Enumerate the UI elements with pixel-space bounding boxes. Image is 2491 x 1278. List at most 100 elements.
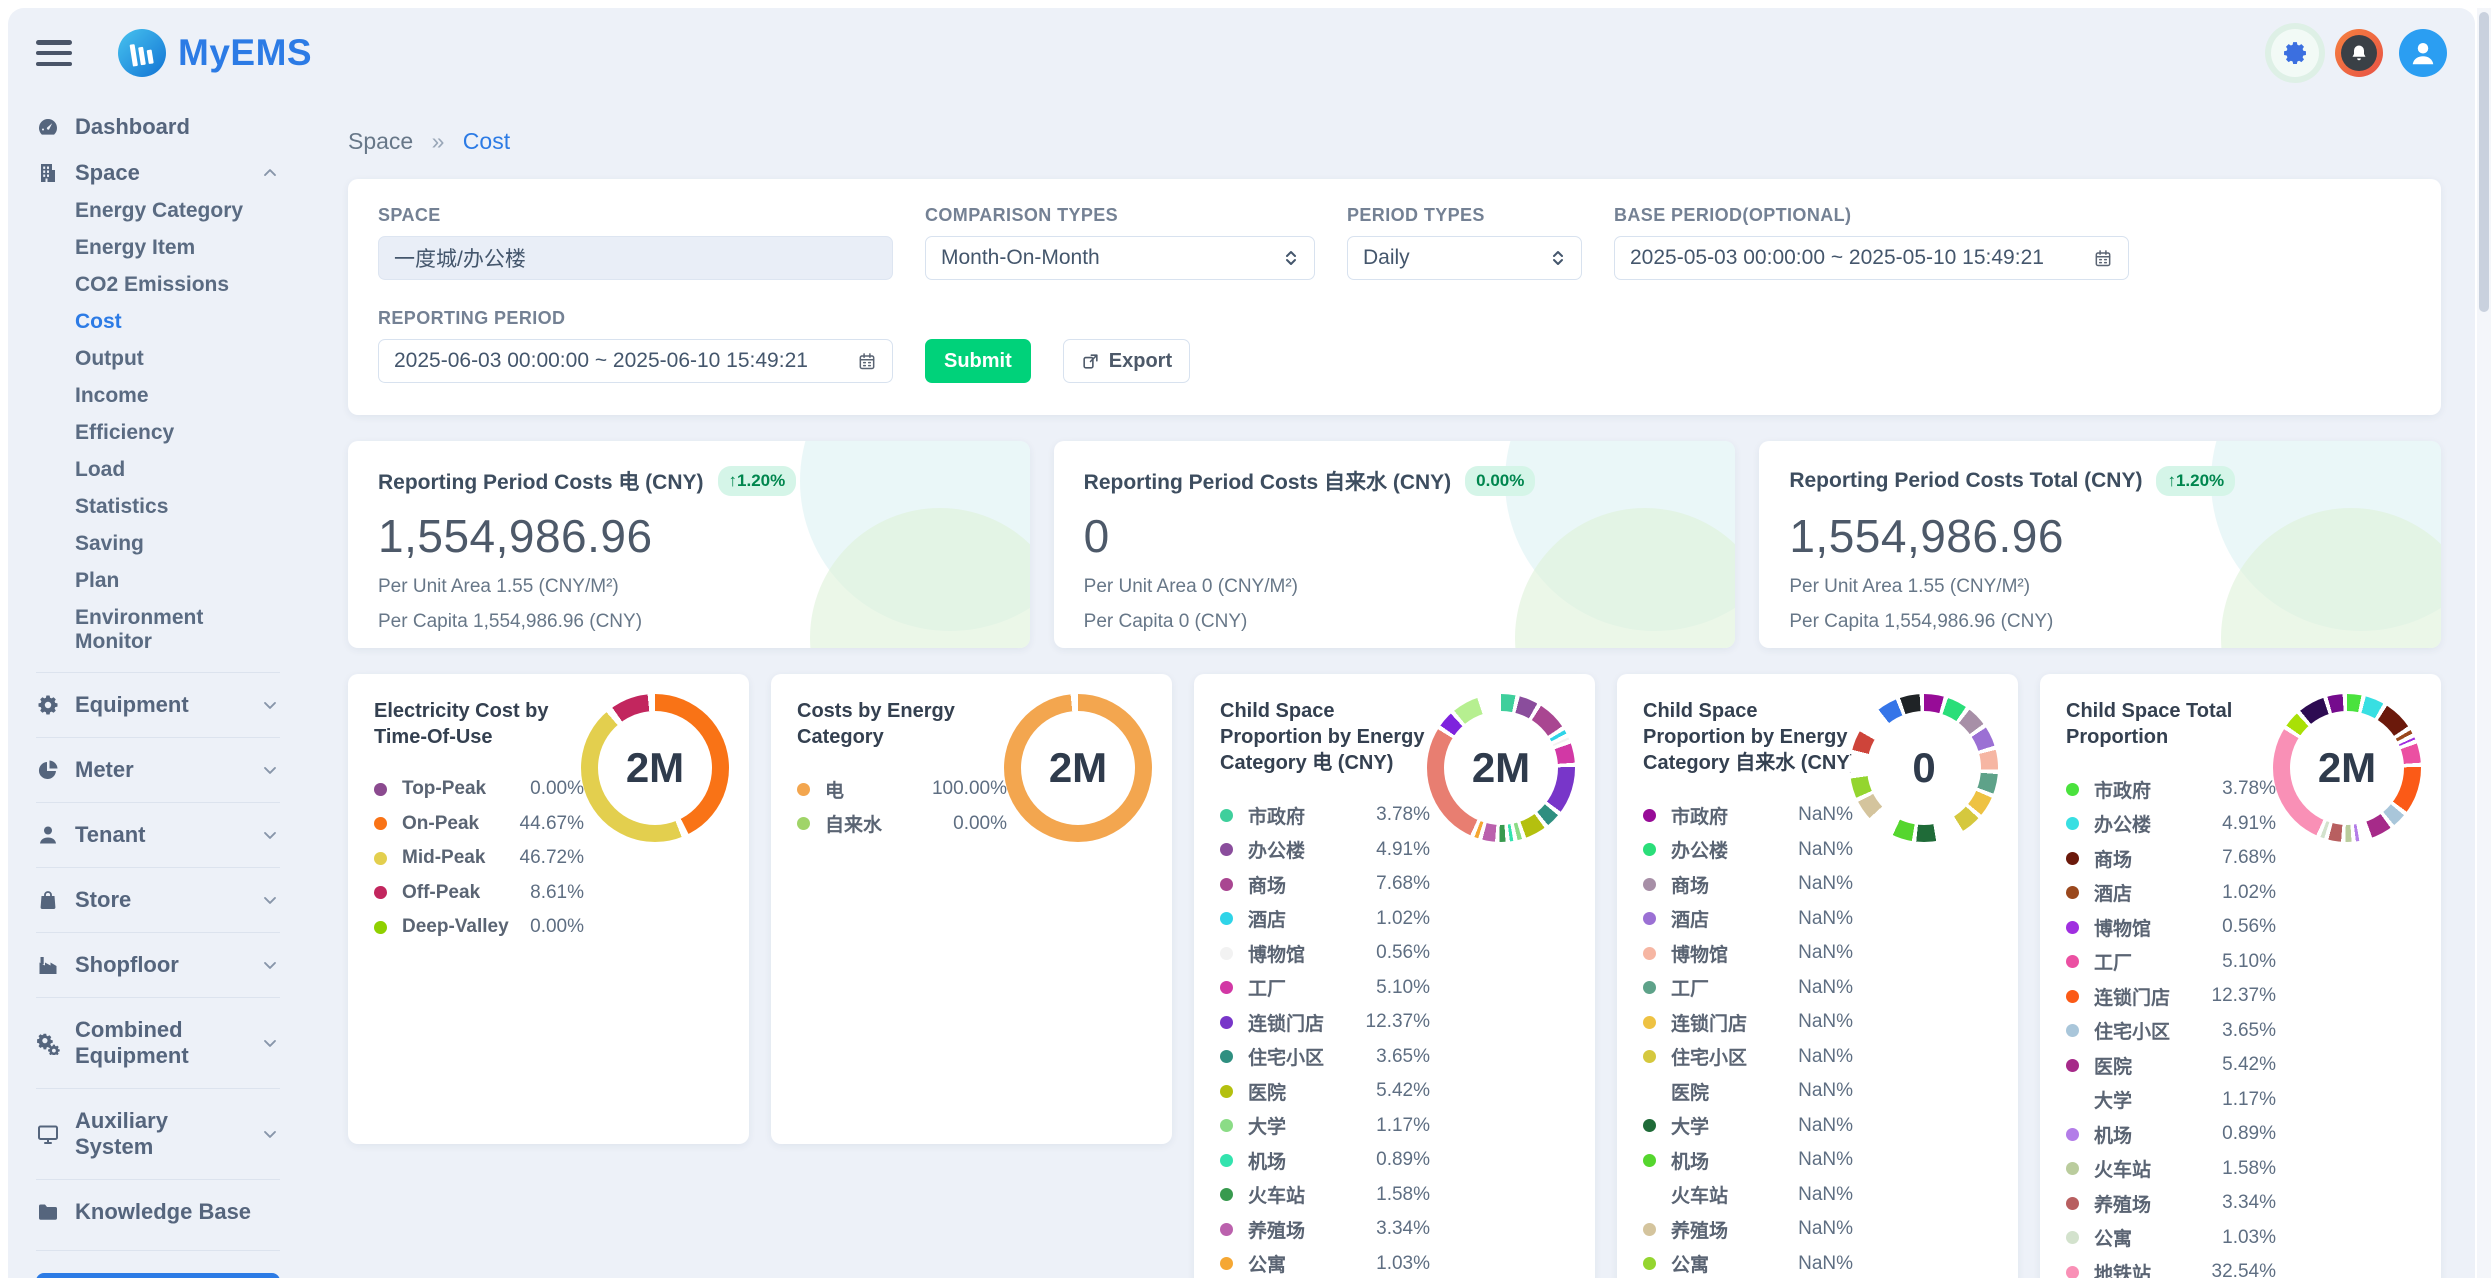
sidebar-item-combined-equipment[interactable]: Combined Equipment <box>36 1017 280 1069</box>
legend-item[interactable]: 公寓NaN% <box>1643 1247 1853 1278</box>
legend-item[interactable]: 办公楼4.91% <box>2066 807 2276 842</box>
legend-item[interactable]: 市政府3.78% <box>1220 798 1430 833</box>
reporting-period-input[interactable]: 2025-06-03 00:00:00 ~ 2025-06-10 15:49:2… <box>378 339 893 383</box>
menu-toggle-button[interactable] <box>36 40 72 66</box>
sidebar-item-energy-item[interactable]: Energy Item <box>75 229 280 266</box>
legend-item[interactable]: Top-Peak0.00% <box>374 772 584 807</box>
donut-chart[interactable]: 0 <box>1850 694 1998 842</box>
legend-item[interactable]: 住宅小区NaN% <box>1643 1040 1853 1075</box>
sidebar-item-environment-monitor[interactable]: Environment Monitor <box>75 599 280 660</box>
sidebar-item-saving[interactable]: Saving <box>75 525 280 562</box>
legend-item[interactable]: 商场7.68% <box>1220 867 1430 902</box>
sidebar-item-space[interactable]: Space <box>36 160 280 186</box>
legend-item[interactable]: 大学NaN% <box>1643 1109 1853 1144</box>
legend-value: 46.72% <box>520 847 584 869</box>
legend-item[interactable]: Off-Peak8.61% <box>374 876 584 911</box>
breadcrumb-cost-link[interactable]: Cost <box>463 128 510 154</box>
sidebar-item-meter[interactable]: Meter <box>36 757 280 783</box>
sidebar-item-plan[interactable]: Plan <box>75 562 280 599</box>
settings-button[interactable] <box>2271 29 2319 77</box>
legend-label: 工厂 <box>2094 948 2222 975</box>
legend-item[interactable]: 医院NaN% <box>1643 1074 1853 1109</box>
sidebar-item-dashboard[interactable]: Dashboard <box>36 114 280 140</box>
legend-item[interactable]: 办公楼NaN% <box>1643 833 1853 868</box>
legend-item[interactable]: 市政府3.78% <box>2066 772 2276 807</box>
space-input[interactable] <box>378 236 893 280</box>
legend-value: 3.65% <box>1376 1046 1430 1068</box>
sidebar-item-cost[interactable]: Cost <box>75 303 280 340</box>
sidebar-item-auxiliary-system[interactable]: Auxiliary System <box>36 1108 280 1160</box>
donut-chart[interactable]: 2M <box>1004 694 1152 842</box>
donut-chart[interactable]: 2M <box>1427 694 1575 842</box>
sidebar-item-knowledge-base[interactable]: Knowledge Base <box>36 1199 280 1225</box>
legend-item[interactable]: 公寓1.03% <box>1220 1247 1430 1278</box>
sidebar-item-co2-emissions[interactable]: CO2 Emissions <box>75 266 280 303</box>
donut-chart[interactable]: 2M <box>2273 694 2421 842</box>
sidebar-item-statistics[interactable]: Statistics <box>75 488 280 525</box>
legend-item[interactable]: 公寓1.03% <box>2066 1221 2276 1256</box>
notifications-button[interactable] <box>2335 29 2383 77</box>
legend-item[interactable]: 医院5.42% <box>2066 1048 2276 1083</box>
legend-item[interactable]: On-Peak44.67% <box>374 807 584 842</box>
legend-item[interactable]: 养殖场NaN% <box>1643 1212 1853 1247</box>
legend-item[interactable]: 火车站1.58% <box>2066 1152 2276 1187</box>
legend-item[interactable]: 商场NaN% <box>1643 867 1853 902</box>
legend-item[interactable]: 大学1.17% <box>2066 1083 2276 1118</box>
sidebar-item-efficiency[interactable]: Efficiency <box>75 414 280 451</box>
legend-item[interactable]: 地铁站32.54% <box>2066 1255 2276 1278</box>
legend-item[interactable]: 博物馆NaN% <box>1643 936 1853 971</box>
legend-item[interactable]: 住宅小区3.65% <box>1220 1040 1430 1075</box>
scrollbar-thumb[interactable] <box>2479 12 2489 312</box>
legend-item[interactable]: 连锁门店12.37% <box>2066 979 2276 1014</box>
legend-item[interactable]: 博物馆0.56% <box>2066 910 2276 945</box>
legend-item[interactable]: 工厂NaN% <box>1643 971 1853 1006</box>
legend-item[interactable]: 机场0.89% <box>1220 1143 1430 1178</box>
page-scrollbar[interactable] <box>2477 8 2491 1278</box>
sidebar-item-load[interactable]: Load <box>75 451 280 488</box>
legend-item[interactable]: 酒店NaN% <box>1643 902 1853 937</box>
comparison-types-select[interactable]: Month-On-Month <box>925 236 1315 280</box>
legend-item[interactable]: 办公楼4.91% <box>1220 833 1430 868</box>
legend-item[interactable]: 火车站NaN% <box>1643 1178 1853 1213</box>
user-avatar-button[interactable] <box>2399 29 2447 77</box>
legend-item[interactable]: 养殖场3.34% <box>1220 1212 1430 1247</box>
legend-item[interactable]: 商场7.68% <box>2066 841 2276 876</box>
legend-item[interactable]: 火车站1.58% <box>1220 1178 1430 1213</box>
sidebar-item-equipment[interactable]: Equipment <box>36 692 280 718</box>
legend-item[interactable]: 酒店1.02% <box>2066 876 2276 911</box>
sidebar-item-shopfloor[interactable]: Shopfloor <box>36 952 280 978</box>
legend-item[interactable]: 连锁门店12.37% <box>1220 1005 1430 1040</box>
legend-item[interactable]: 市政府NaN% <box>1643 798 1853 833</box>
chevron-down-icon <box>260 760 280 780</box>
legend-item[interactable]: Deep-Valley0.00% <box>374 910 584 945</box>
legend-item[interactable]: 酒店1.02% <box>1220 902 1430 937</box>
legend-item[interactable]: 工厂5.10% <box>2066 945 2276 980</box>
legend-item[interactable]: 养殖场3.34% <box>2066 1186 2276 1221</box>
legend-item[interactable]: Mid-Peak46.72% <box>374 841 584 876</box>
legend-item[interactable]: 机场NaN% <box>1643 1143 1853 1178</box>
legend-item[interactable]: 机场0.89% <box>2066 1117 2276 1152</box>
sidebar-item-output[interactable]: Output <box>75 340 280 377</box>
submit-button[interactable]: Submit <box>925 339 1031 383</box>
brand-logo[interactable]: MyEMS <box>118 29 312 77</box>
legend-item[interactable]: 电100.00% <box>797 772 1007 807</box>
legend-item[interactable]: 住宅小区3.65% <box>2066 1014 2276 1049</box>
sidebar-item-income[interactable]: Income <box>75 377 280 414</box>
sidebar-item-energy-category[interactable]: Energy Category <box>75 192 280 229</box>
myems-logo-icon <box>118 29 166 77</box>
sidebar-item-store[interactable]: Store <box>36 887 280 913</box>
sidebar-item-tenant[interactable]: Tenant <box>36 822 280 848</box>
donut-chart[interactable]: 2M <box>581 694 729 842</box>
legend-item[interactable]: 自来水0.00% <box>797 807 1007 842</box>
breadcrumb-space-link[interactable]: Space <box>348 128 413 154</box>
base-period-input[interactable]: 2025-05-03 00:00:00 ~ 2025-05-10 15:49:2… <box>1614 236 2129 280</box>
legend-item[interactable]: 博物馆0.56% <box>1220 936 1430 971</box>
legend-item[interactable]: 医院5.42% <box>1220 1074 1430 1109</box>
legend-item[interactable]: 大学1.17% <box>1220 1109 1430 1144</box>
export-button[interactable]: Export <box>1063 339 1190 383</box>
enterprise-edition-button[interactable]: Enterprise Edition <box>36 1273 280 1278</box>
legend-item[interactable]: 连锁门店NaN% <box>1643 1005 1853 1040</box>
legend-label: 博物馆 <box>2094 914 2222 941</box>
period-types-select[interactable]: Daily <box>1347 236 1582 280</box>
legend-item[interactable]: 工厂5.10% <box>1220 971 1430 1006</box>
